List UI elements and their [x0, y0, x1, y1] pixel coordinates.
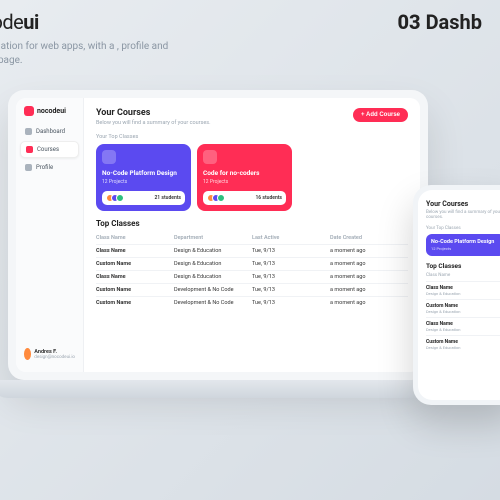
col-name: Class Name: [96, 232, 174, 244]
avatar-group: [207, 194, 225, 202]
classes-table: Class Name Department Last Active Date C…: [96, 232, 408, 309]
phone-card-title: No-Code Platform Design: [431, 239, 500, 245]
col-last: Last Active: [252, 232, 330, 244]
col-dept: Department: [174, 232, 252, 244]
phone-table-row[interactable]: Custom NameDesign & Education: [426, 335, 500, 353]
course-icon: [203, 150, 217, 164]
user-email: design@nocodeui.io: [34, 355, 75, 360]
sidebar-item-profile[interactable]: Profile: [20, 160, 79, 175]
sidebar: nocodeui Dashboard Courses Profile Andre…: [16, 98, 84, 372]
course-sub: 12 Projects: [203, 179, 286, 185]
phone-frame: Your Courses Below you will find a summa…: [413, 185, 500, 405]
phone-col-name: Class Name: [426, 273, 500, 278]
slot-label: 03 Dashb: [398, 10, 483, 34]
phone-table-title: Top Classes: [426, 262, 500, 270]
book-icon: [26, 146, 33, 153]
phone-page-title: Your Courses: [426, 200, 500, 208]
brand-logo: nocodeui: [0, 10, 39, 34]
course-sub: 12 Projects: [102, 179, 185, 185]
sidebar-user[interactable]: Andres F. design@nocodeui.io: [20, 344, 79, 364]
laptop-frame: nocodeui Dashboard Courses Profile Andre…: [8, 90, 428, 380]
tagline: flat navigation for web apps, with a , p…: [0, 40, 200, 68]
course-title: Code for no-coders: [203, 169, 286, 177]
student-count: 16 students: [255, 195, 282, 201]
logo-icon: [24, 106, 34, 116]
phone-table-row[interactable]: Class NameDesign & Education: [426, 281, 500, 299]
page-subtitle: Below you will find a summary of your co…: [96, 120, 211, 126]
phone-table-row[interactable]: Class NameDesign & Education: [426, 317, 500, 335]
sidebar-item-courses[interactable]: Courses: [20, 141, 79, 158]
phone-top-label: Your Top Classes: [426, 226, 500, 231]
top-classes-label: Your Top Classes: [96, 134, 408, 140]
add-course-button[interactable]: + Add Course: [353, 108, 408, 122]
add-course-label: + Add Course: [361, 112, 400, 118]
avatar-group: [106, 194, 124, 202]
table-row[interactable]: Custom NameDevelopment & No CodeTue, 9/1…: [96, 296, 408, 309]
avatar: [24, 348, 31, 360]
user-icon: [25, 164, 32, 171]
laptop-base: [0, 380, 446, 398]
course-card[interactable]: No-Code Platform Design 12 Projects 21 s…: [96, 144, 191, 211]
col-created: Date Created: [330, 232, 408, 244]
student-count: 21 students: [154, 195, 181, 201]
phone-card-sub: 12 Projects: [431, 246, 500, 251]
phone-table-row[interactable]: Custom NameDesign & Education: [426, 299, 500, 317]
course-card[interactable]: Code for no-coders 12 Projects 16 studen…: [197, 144, 292, 211]
table-row[interactable]: Class NameDesign & EducationTue, 9/13a m…: [96, 270, 408, 283]
course-title: No-Code Platform Design: [102, 169, 185, 177]
sidebar-item-dashboard[interactable]: Dashboard: [20, 124, 79, 139]
page-title: Your Courses: [96, 108, 211, 118]
table-title: Top Classes: [96, 219, 408, 228]
phone-page-subtitle: Below you will find a summary of your co…: [426, 210, 500, 220]
main-content: Your Courses Below you will find a summa…: [84, 98, 420, 372]
table-row[interactable]: Custom NameDevelopment & No CodeTue, 9/1…: [96, 283, 408, 296]
table-row[interactable]: Custom NameDesign & EducationTue, 9/13a …: [96, 257, 408, 270]
grid-icon: [25, 128, 32, 135]
app-logo: nocodeui: [20, 106, 79, 116]
phone-course-card[interactable]: No-Code Platform Design 12 Projects: [426, 234, 500, 256]
nav-label: Courses: [37, 146, 59, 153]
table-row[interactable]: Class NameDesign & EducationTue, 9/13a m…: [96, 244, 408, 257]
logo-text: nocodeui: [37, 107, 66, 115]
nav-label: Dashboard: [36, 128, 65, 135]
nav-label: Profile: [36, 164, 53, 171]
course-icon: [102, 150, 116, 164]
